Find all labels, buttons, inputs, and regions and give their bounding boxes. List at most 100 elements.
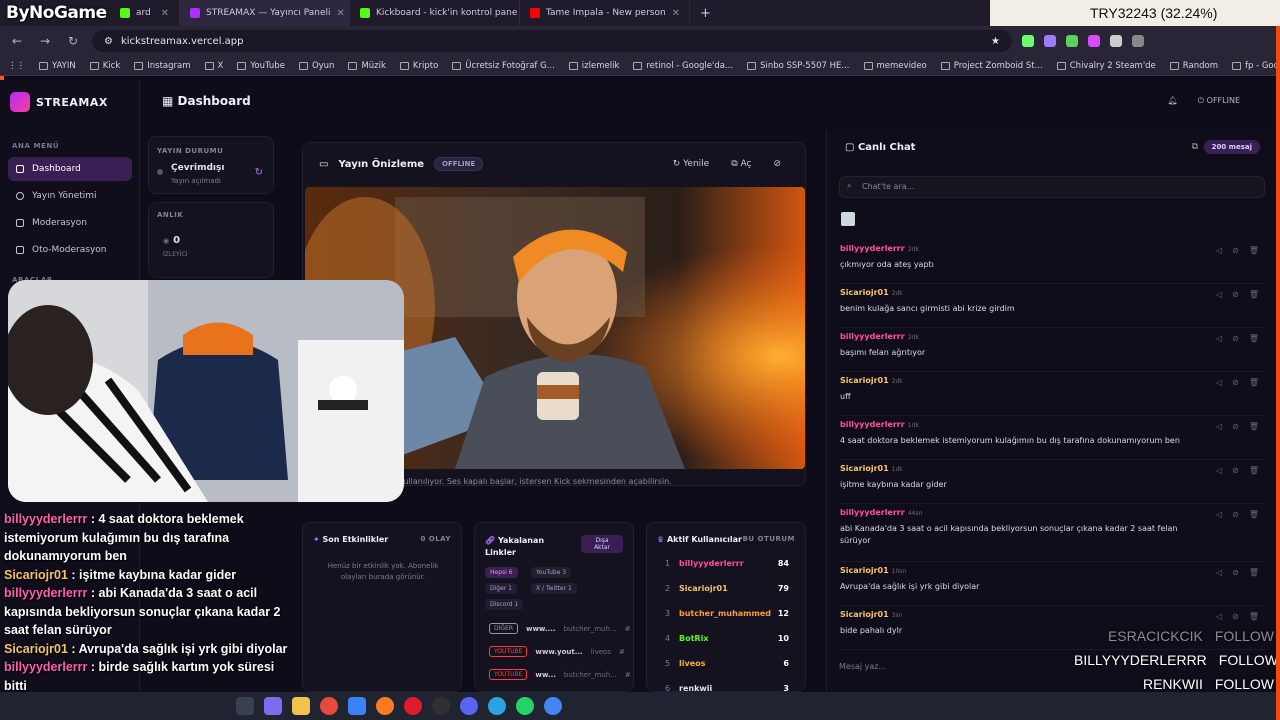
ban-icon[interactable]: ⊘ bbox=[1232, 568, 1239, 577]
chrome-icon[interactable] bbox=[320, 697, 338, 715]
obs-icon[interactable] bbox=[432, 697, 450, 715]
extension-icon[interactable] bbox=[1044, 35, 1056, 47]
trash-icon[interactable]: 🗑︎ bbox=[1249, 246, 1259, 255]
folder-icon[interactable] bbox=[292, 697, 310, 715]
ban-icon[interactable]: ⊘ bbox=[1232, 422, 1239, 431]
bookmark-item[interactable]: izlemelik bbox=[568, 61, 619, 71]
browser-tab[interactable]: STREAMAX — Yayıncı Paneli ✕ bbox=[180, 0, 350, 26]
trash-icon[interactable]: 🗑︎ bbox=[1249, 612, 1259, 621]
chrome-icon[interactable] bbox=[544, 697, 562, 715]
chat-message-input[interactable]: Mesaj yaz... bbox=[839, 662, 886, 671]
extension-icon[interactable] bbox=[1066, 35, 1078, 47]
user-row[interactable]: 5 liveos 6 bbox=[665, 659, 789, 668]
bookmark-item[interactable]: Oyun bbox=[298, 61, 334, 71]
bell-icon[interactable]: 🔔︎ bbox=[1168, 96, 1178, 106]
bookmark-item[interactable]: YAYIN bbox=[39, 61, 76, 71]
ban-icon[interactable]: ⊘ bbox=[1232, 466, 1239, 475]
mute-icon[interactable]: ◁ bbox=[1216, 422, 1222, 431]
ban-icon[interactable]: ⊘ bbox=[1232, 378, 1239, 387]
bookmark-item[interactable]: Project Zomboid St... bbox=[940, 61, 1043, 71]
filter-chip[interactable]: Diğer 1 bbox=[485, 583, 517, 594]
extension-icon[interactable] bbox=[1088, 35, 1100, 47]
popout-icon[interactable]: ⧉ bbox=[1192, 142, 1198, 152]
mute-icon[interactable]: ◁ bbox=[1216, 246, 1222, 255]
extension-icon[interactable] bbox=[1022, 35, 1034, 47]
user-row[interactable]: 4 BotRix 10 bbox=[665, 634, 789, 643]
chat-username[interactable]: billyyyderlerrr 44sn bbox=[840, 508, 922, 517]
mute-icon[interactable]: ◁ bbox=[1216, 378, 1222, 387]
mute-icon[interactable]: ◁ bbox=[1216, 568, 1222, 577]
app-icon[interactable] bbox=[348, 697, 366, 715]
sidebar-item-oto-moderasyon[interactable]: Oto-Moderasyon bbox=[8, 238, 132, 262]
reload-icon[interactable]: ↻ bbox=[64, 34, 82, 48]
bookmark-item[interactable]: Instagram bbox=[134, 61, 191, 71]
mute-icon[interactable]: ◁ bbox=[1216, 290, 1222, 299]
mute-icon[interactable]: ◁ bbox=[1216, 334, 1222, 343]
user-row[interactable]: 2 Sicariojr01 79 bbox=[665, 584, 789, 593]
chat-search-input[interactable]: ⌕ Chat'te ara... bbox=[839, 176, 1265, 198]
mute-icon[interactable]: ◁ bbox=[1216, 612, 1222, 621]
brand[interactable]: STREAMAX bbox=[10, 92, 108, 112]
chat-username[interactable]: Sicariojr01 10sn bbox=[840, 566, 906, 575]
bookmark-item[interactable]: retinol - Google'da... bbox=[633, 61, 733, 71]
bookmark-item[interactable]: Müzik bbox=[348, 61, 386, 71]
trash-icon[interactable]: 🗑︎ bbox=[1249, 290, 1259, 299]
site-info-icon[interactable]: ⚙ bbox=[104, 36, 113, 47]
bookmark-item[interactable]: Random bbox=[1169, 61, 1218, 71]
url-field[interactable]: ⚙ kickstreamax.vercel.app ★ bbox=[92, 30, 1012, 52]
user-row[interactable]: 1 billyyyderlerrr 84 bbox=[665, 559, 789, 568]
bookmark-item[interactable]: memevideo bbox=[863, 61, 927, 71]
whatsapp-icon[interactable] bbox=[516, 697, 534, 715]
extension-icon[interactable] bbox=[1132, 35, 1144, 47]
firefox-icon[interactable] bbox=[376, 697, 394, 715]
bookmark-item[interactable]: Sinbo SSP-5507 HE... bbox=[747, 61, 850, 71]
mute-icon[interactable]: ◁ bbox=[1216, 510, 1222, 519]
ban-icon[interactable]: ⊘ bbox=[1232, 510, 1239, 519]
bookmark-star-icon[interactable]: ★ bbox=[991, 36, 1000, 47]
filter-chip[interactable]: X / Twitter 1 bbox=[531, 583, 577, 594]
mute-icon[interactable]: ◁ bbox=[1216, 466, 1222, 475]
filter-chip[interactable]: YouTube 3 bbox=[531, 567, 572, 578]
browser-tab[interactable]: Kickboard - kick'in kontrol pane✕ bbox=[350, 0, 520, 26]
close-icon[interactable]: ✕ bbox=[337, 8, 345, 19]
trash-icon[interactable]: 🗑︎ bbox=[1249, 466, 1259, 475]
chat-username[interactable]: Sicariojr01 3sn bbox=[840, 610, 902, 619]
trash-icon[interactable]: 🗑︎ bbox=[1249, 422, 1259, 431]
new-tab-icon[interactable]: + bbox=[690, 6, 721, 21]
chat-username[interactable]: Sicariojr01 2dk bbox=[840, 288, 903, 297]
chat-username[interactable]: Sicariojr01 1dk bbox=[840, 464, 903, 473]
bookmark-item[interactable]: Kick bbox=[89, 61, 120, 71]
chat-username[interactable]: Sicariojr01 2dk bbox=[840, 376, 903, 385]
chat-username[interactable]: billyyyderlerrr 2dk bbox=[840, 332, 919, 341]
ban-icon[interactable]: ⊘ bbox=[1232, 612, 1239, 621]
close-icon[interactable]: ✕ bbox=[672, 8, 680, 19]
extension-icon[interactable] bbox=[1110, 35, 1122, 47]
trash-icon[interactable]: 🗑︎ bbox=[1249, 510, 1259, 519]
forward-icon[interactable]: → bbox=[36, 34, 54, 48]
sidebar-item-moderasyon[interactable]: Moderasyon bbox=[8, 211, 132, 235]
app-icon[interactable] bbox=[264, 697, 282, 715]
sidebar-item-yayin-yonetimi[interactable]: Yayın Yönetimi bbox=[8, 184, 132, 208]
refresh-button[interactable]: ↻ Yenile bbox=[673, 159, 710, 169]
discord-icon[interactable] bbox=[460, 697, 478, 715]
link-url[interactable]: www.yout... bbox=[535, 648, 582, 656]
bookmark-item[interactable]: X bbox=[204, 61, 223, 71]
trash-icon[interactable]: 🗑︎ bbox=[1249, 568, 1259, 577]
open-button[interactable]: ⧉ Aç bbox=[731, 159, 751, 169]
close-icon[interactable]: ✕ bbox=[161, 8, 169, 19]
bookmark-item[interactable]: Kripto bbox=[399, 61, 438, 71]
user-row[interactable]: 3 butcher_muhammed 12 bbox=[665, 609, 789, 618]
filter-chip[interactable]: Hepsi 6 bbox=[485, 567, 518, 578]
export-button[interactable]: Dışa Aktar bbox=[581, 535, 623, 553]
back-icon[interactable]: ← bbox=[8, 34, 26, 48]
trash-icon[interactable]: 🗑︎ bbox=[1249, 334, 1259, 343]
sidebar-item-dashboard[interactable]: Dashboard bbox=[8, 157, 132, 181]
opera-icon[interactable] bbox=[404, 697, 422, 715]
bookmark-item[interactable]: Chivalry 2 Steam'de bbox=[1056, 61, 1156, 71]
chat-username[interactable]: billyyyderlerrr 1dk bbox=[840, 420, 919, 429]
bookmark-item[interactable]: Ücretsiz Fotoğraf G... bbox=[452, 61, 555, 71]
chat-username[interactable]: billyyyderlerrr 2dk bbox=[840, 244, 919, 253]
bookmark-item[interactable]: fp - Google Drive bbox=[1231, 61, 1280, 71]
ban-icon[interactable]: ⊘ bbox=[1232, 290, 1239, 299]
link-row[interactable]: YOUTUBE ww... butcher_muh... # bbox=[489, 669, 631, 680]
